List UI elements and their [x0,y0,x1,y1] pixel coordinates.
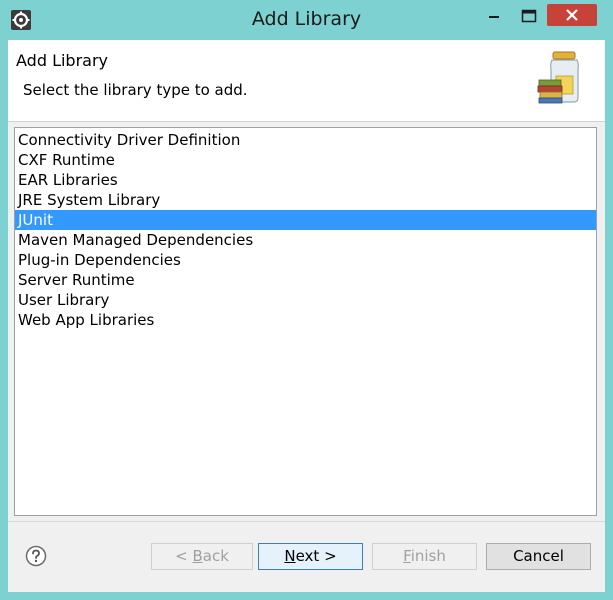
minimize-button[interactable] [479,4,509,28]
close-button[interactable] [547,4,597,26]
footer-separator [8,521,605,522]
title-bar[interactable]: Add Library [0,0,613,40]
finish-accelerator: F [403,547,411,565]
maximize-button[interactable] [514,4,544,28]
list-item-maven-managed-dependencies[interactable]: Maven Managed Dependencies [15,230,596,250]
dialog-client-area: Add Library Select the library type to a… [8,40,605,592]
list-item-cxf-runtime[interactable]: CXF Runtime [15,150,596,170]
wizard-page-description: Select the library type to add. [23,81,248,99]
list-item-junit[interactable]: JUnit [15,210,596,230]
finish-label: inish [410,547,446,565]
cancel-button[interactable]: Cancel [486,543,591,570]
list-item-web-app-libraries[interactable]: Web App Libraries [15,310,596,330]
list-item-user-library[interactable]: User Library [15,290,596,310]
list-item-server-runtime[interactable]: Server Runtime [15,270,596,290]
minimize-icon [489,16,499,18]
next-accelerator: N [284,547,296,565]
library-jar-books-icon [537,51,579,104]
back-label: ack [202,547,229,565]
add-library-dialog: Add Library Add Library Select the libra… [0,0,613,600]
maximize-icon [521,9,537,23]
back-prefix: < [175,547,193,565]
back-button[interactable]: < Back [151,543,253,570]
help-question-icon[interactable] [25,545,47,567]
list-item-jre-system-library[interactable]: JRE System Library [15,190,596,210]
back-accelerator: B [192,547,203,565]
wizard-header: Add Library Select the library type to a… [8,40,605,122]
list-item-plug-in-dependencies[interactable]: Plug-in Dependencies [15,250,596,270]
library-type-list[interactable]: Connectivity Driver Definition CXF Runti… [14,127,597,516]
wizard-page-title: Add Library [16,51,109,70]
next-label: ext > [295,547,337,565]
finish-button[interactable]: Finish [372,543,477,570]
list-item-connectivity-driver-definition[interactable]: Connectivity Driver Definition [15,130,596,150]
next-button[interactable]: Next > [258,543,363,570]
close-icon [566,9,578,21]
list-item-ear-libraries[interactable]: EAR Libraries [15,170,596,190]
